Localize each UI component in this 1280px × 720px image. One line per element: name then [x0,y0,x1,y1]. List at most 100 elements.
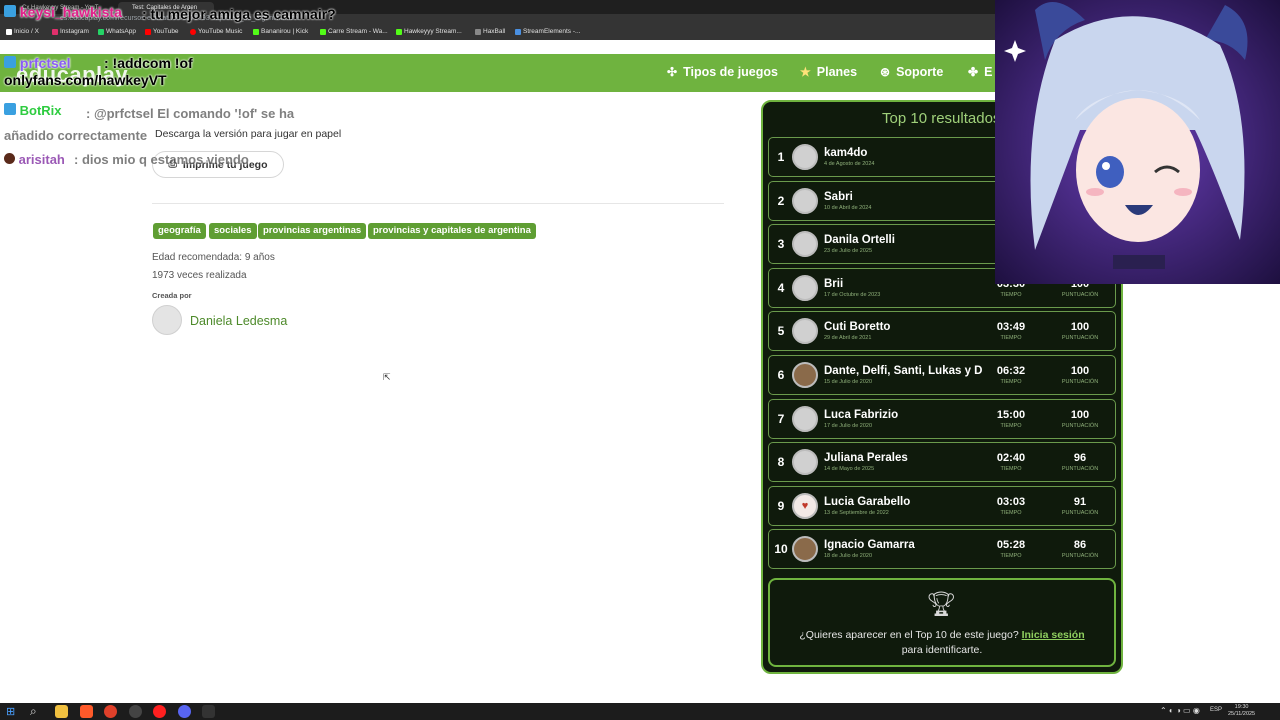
player-name: Ignacio Gamarra [824,539,915,551]
score-label: PUNTUACIÓN [1061,335,1099,341]
player-avatar [792,231,818,257]
rank-number: 10 [774,542,788,556]
tray-icons[interactable]: ⌃ ◐ ◑ ▭ ◉ [1160,706,1200,715]
bookmark-item[interactable]: Carre Stream - Wa... [320,28,388,35]
play-date: 13 de Septiembre de 2022 [824,510,889,516]
play-date: 10 de Abril de 2024 [824,205,872,211]
file-explorer-icon[interactable] [55,705,68,718]
tag[interactable]: geografía [153,223,206,239]
bookmark-item[interactable]: Instagram [52,28,89,35]
player-avatar [792,406,818,432]
play-date: 29 de Abril de 2021 [824,335,872,341]
divider [152,203,724,204]
play-date: 18 de Julio de 2020 [824,553,873,559]
time-label: TIEMPO [1000,423,1022,429]
player-avatar [792,449,818,475]
creator-avatar[interactable] [152,305,182,335]
top10-title: Top 10 resultados [882,110,1001,127]
score-label: PUNTUACIÓN [1061,466,1099,472]
rank-number: 7 [777,412,785,426]
trophy-icon: 🏆︎ [926,591,957,618]
chat-message-text: : dios mio q estamos viendo [74,152,249,167]
score-label: PUNTUACIÓN [1061,379,1099,385]
nav-more[interactable]: ✤ E [968,65,992,79]
chat-username: arisitah [18,152,65,167]
score-label: PUNTUACIÓN [1061,553,1099,559]
play-score: 100 [1070,409,1090,421]
play-score: 86 [1073,539,1087,551]
bookmark-item[interactable]: WhatsApp [98,28,136,35]
bookmark-item[interactable]: YouTube [145,28,179,35]
support-icon: ⊛ [880,65,891,79]
game-types-icon: ✣ [667,65,678,79]
time-label: TIEMPO [1000,335,1022,341]
score-label: PUNTUACIÓN [1061,292,1099,298]
rank-number: 2 [777,194,785,208]
play-date: 17 de Julio de 2020 [824,423,873,429]
bookmark-item[interactable]: HaxBall [475,28,505,35]
chat-message-text: : @prfctsel El comando '!of' se ha añadi… [4,106,295,143]
play-score: 100 [1070,365,1090,377]
nav-soporte[interactable]: ⊛ Soporte [880,65,943,79]
bookmark-item[interactable]: Hawkeyyy Stream... [396,28,462,35]
avatar-icon [4,153,15,164]
play-score: 91 [1073,496,1087,508]
discord-icon[interactable] [178,705,191,718]
clock[interactable]: 19:30 25/11/2025 [1228,704,1255,718]
rank-number: 6 [777,368,785,382]
player-avatar [792,144,818,170]
webcam-overlay [995,0,1280,284]
chat-message: arisitah [4,152,65,167]
player-avatar [792,536,818,562]
rank-number: 9 [777,499,785,513]
login-link[interactable]: Inicia sesión [1022,629,1085,641]
time-label: TIEMPO [1000,510,1022,516]
language-indicator[interactable]: ESP [1210,707,1222,713]
time-label: TIEMPO [1000,379,1022,385]
tag[interactable]: provincias argentinas [258,223,367,239]
youtube-music-icon[interactable] [153,705,166,718]
bookmark-item[interactable]: StreamElements -... [515,28,580,35]
play-score: 96 [1073,452,1087,464]
score-label: PUNTUACIÓN [1061,423,1099,429]
windows-start-icon[interactable]: ⊞ [6,705,15,718]
play-date: 17 de Octubre de 2023 [824,292,881,298]
times-played: 1973 veces realizada [152,270,247,281]
terminal-icon[interactable] [202,705,215,718]
tag[interactable]: provincias y capitales de argentina [368,223,536,239]
nav-planes[interactable]: ★ Planes [800,65,857,79]
tag[interactable]: sociales [209,223,257,239]
bookmark-item[interactable]: Bananirou | Kick [253,28,308,35]
player-name: Juliana Perales [824,452,908,464]
chat-message-text: : !addcom !of onlyfans.com/hawkeyVT [4,55,193,88]
rank-number: 5 [777,324,785,338]
bookmark-item[interactable]: YouTube Music [190,28,242,35]
player-avatar [792,493,818,519]
player-name: Lucia Garabello [824,496,911,508]
nav-tipos-de-juegos[interactable]: ✣ Tipos de juegos [667,65,778,79]
play-time: 15:00 [996,409,1026,421]
play-date: 23 de Julio de 2025 [824,248,873,254]
search-icon[interactable]: ⌕ [30,704,37,719]
rank-number: 4 [777,281,785,295]
player-name: Sabri [824,191,853,203]
player-name: Dante, Delfi, Santi, Lukas y D [824,365,982,377]
play-date: 15 de Julio de 2020 [824,379,873,385]
player-name: Cuti Boretto [824,321,891,333]
player-avatar [792,188,818,214]
creator-name-link[interactable]: Daniela Ledesma [190,314,287,328]
brave-icon[interactable] [80,705,93,718]
rank-number: 3 [777,237,785,251]
score-label: PUNTUACIÓN [1061,510,1099,516]
time-label: TIEMPO [1000,466,1022,472]
bookmark-item[interactable]: Inicio / X [6,28,39,35]
created-by-label: Creada por [152,291,192,300]
star-icon: ★ [800,65,811,79]
opera-icon[interactable] [104,705,117,718]
time-label: TIEMPO [1000,553,1022,559]
player-avatar [792,275,818,301]
player-avatar [792,362,818,388]
chat-message-text: : tu mejor amiga es camnair? [142,6,336,22]
obs-icon[interactable] [129,705,142,718]
login-cta-text: ¿Quieres aparecer en el Top 10 de este j… [799,629,1085,656]
